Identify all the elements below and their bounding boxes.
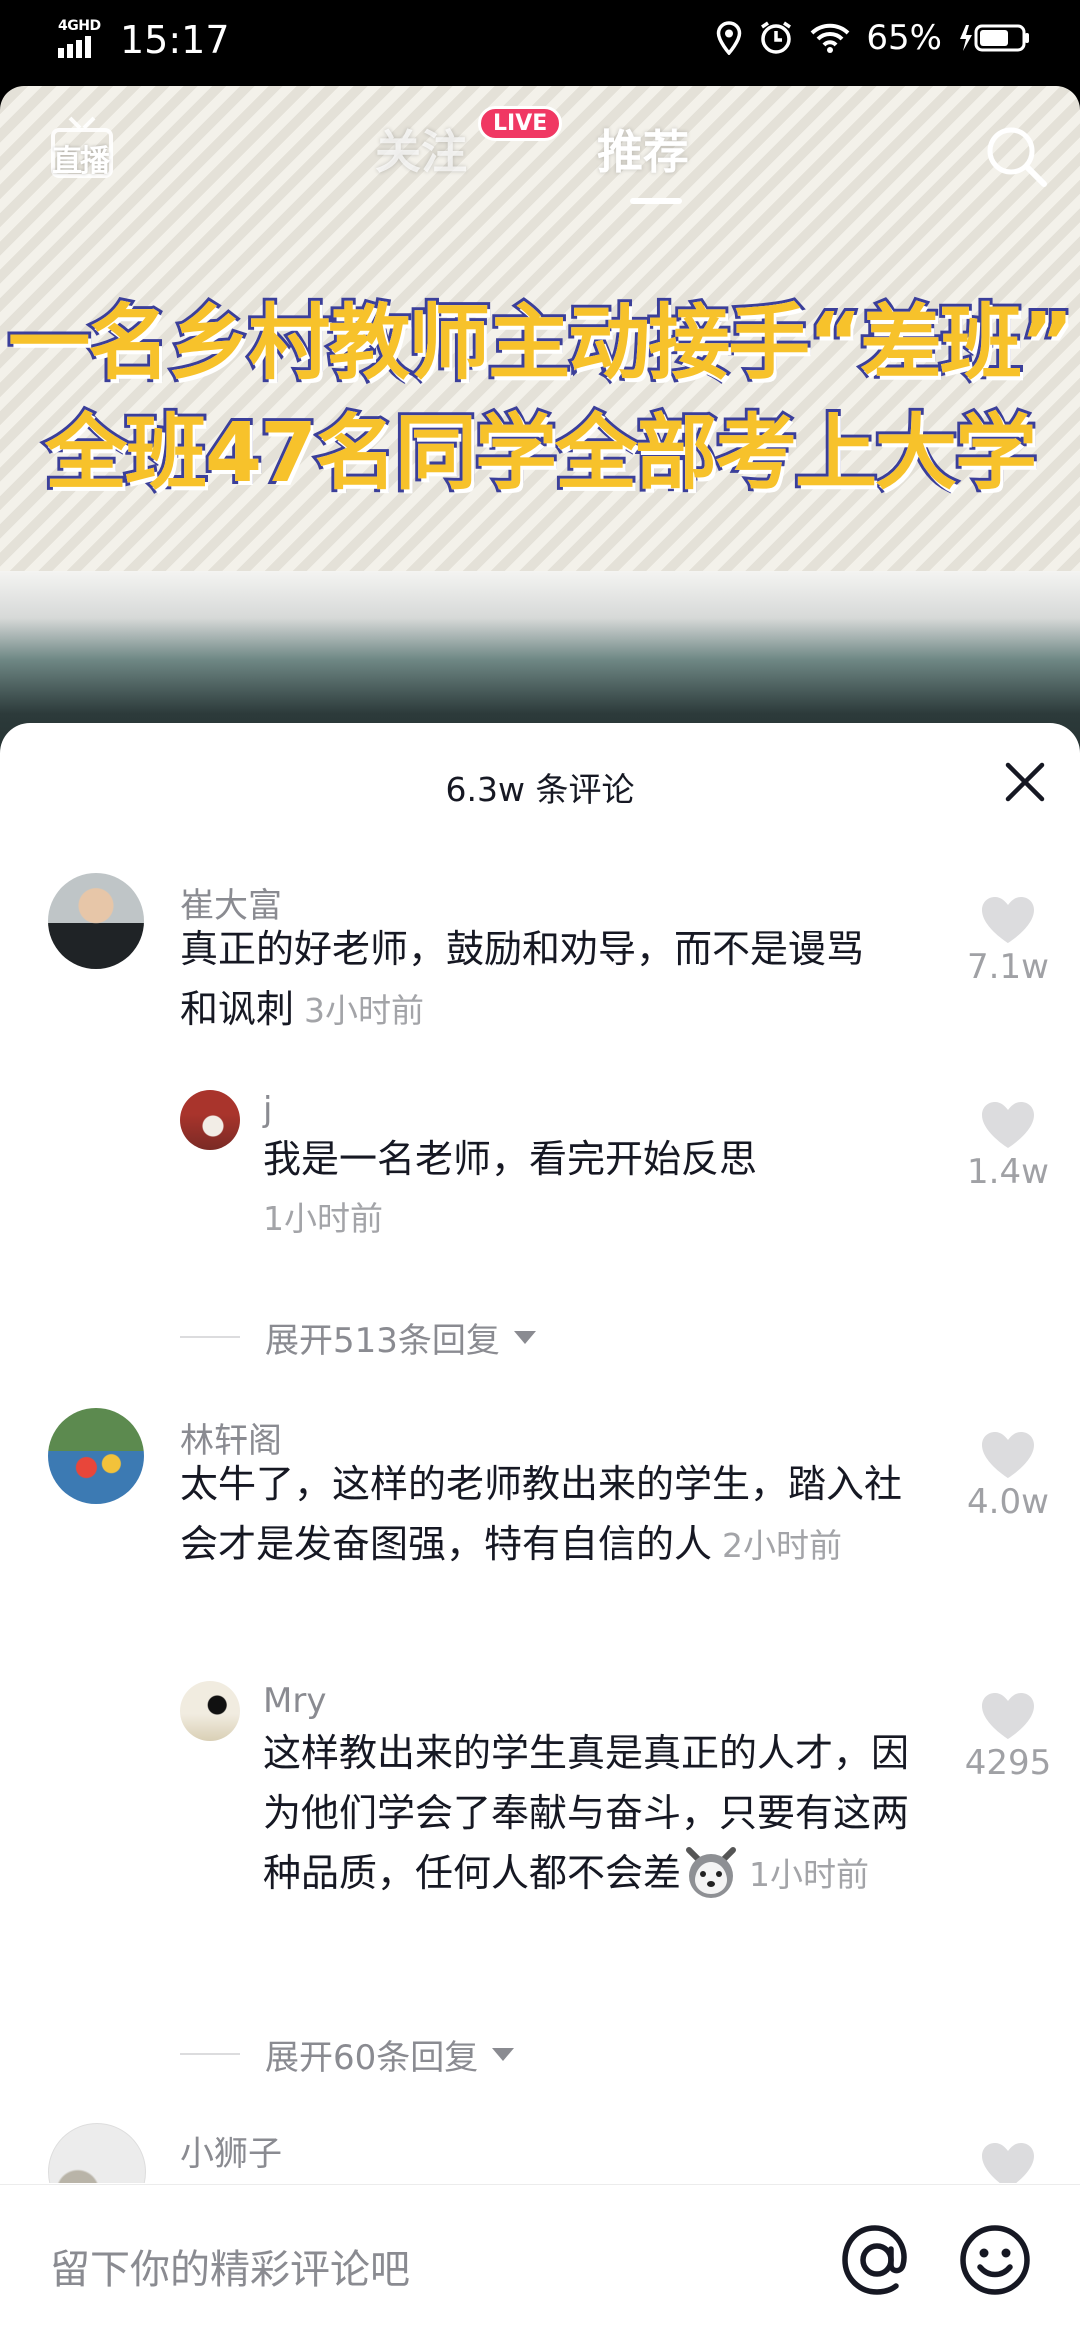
- video-caption-line2: 全班47名同学全部考上大学: [42, 403, 1040, 504]
- status-bar: 4GHD 15:17 65%: [0, 0, 1080, 86]
- tab-active-indicator: [630, 198, 682, 204]
- reply-username[interactable]: j: [263, 1090, 272, 1130]
- top-nav: 直播 关注 LIVE 推荐: [0, 86, 1080, 204]
- like-button[interactable]: 1.4w: [963, 1100, 1053, 1192]
- search-button[interactable]: [982, 122, 1050, 190]
- avatar[interactable]: [180, 1681, 240, 1741]
- like-button[interactable]: [963, 2141, 1053, 2183]
- at-icon: [842, 2225, 907, 2295]
- live-badge: LIVE: [478, 106, 563, 141]
- heart-icon: [982, 2143, 1034, 2183]
- emoji-button[interactable]: [958, 2223, 1032, 2297]
- clock: 15:17: [120, 18, 230, 62]
- like-count: 7.1w: [967, 947, 1049, 987]
- search-icon: [987, 127, 1047, 187]
- network-type: 4GHD: [58, 18, 101, 34]
- avatar[interactable]: [180, 1090, 240, 1150]
- like-button[interactable]: 7.1w: [963, 895, 1053, 987]
- live-label: 直播: [52, 144, 110, 179]
- heart-icon: [982, 1693, 1034, 1739]
- comment-list[interactable]: 崔大富 真正的好老师，鼓励和劝导，而不是谩骂和讽刺 3小时前 7.1w j 我是一…: [0, 723, 1080, 2183]
- expand-replies-button[interactable]: 展开60条回复: [265, 2030, 515, 2079]
- comment-text: 真正的好老师，鼓励和劝导，而不是谩骂和讽刺 3小时前: [180, 919, 900, 1041]
- smiley-icon: [960, 2225, 1030, 2295]
- husky-emoji-icon: [683, 1846, 739, 1898]
- avatar[interactable]: [48, 2123, 146, 2183]
- like-button[interactable]: 4295: [963, 1691, 1053, 1783]
- chevron-down-icon: [492, 2048, 515, 2061]
- alarm-icon: [758, 20, 794, 56]
- like-count: 4.0w: [967, 1482, 1049, 1522]
- avatar[interactable]: [48, 1408, 144, 1504]
- divider: [180, 2053, 240, 2055]
- heart-icon: [982, 897, 1034, 943]
- like-count: 1.4w: [967, 1152, 1049, 1192]
- heart-icon: [982, 1102, 1034, 1148]
- expand-replies-button[interactable]: 展开513条回复: [265, 1313, 536, 1362]
- divider: [180, 1336, 240, 1338]
- like-count: 4295: [964, 1743, 1052, 1783]
- avatar[interactable]: [48, 873, 144, 969]
- video-caption-line1: 一名乡村教师主动接手“差班”: [5, 293, 1077, 394]
- comment-time: 2小时前: [722, 1526, 843, 1565]
- mention-button[interactable]: [840, 2223, 914, 2297]
- comment-body: 真正的好老师，鼓励和劝导，而不是谩骂和讽刺: [180, 927, 865, 1031]
- battery-percent: 65%: [866, 18, 942, 58]
- comment-time: 3小时前: [304, 991, 425, 1030]
- reply-username[interactable]: Mry: [263, 1681, 326, 1721]
- expand-replies-label: 展开60条回复: [265, 2038, 479, 2078]
- reply-time: 1小时前: [263, 1199, 383, 1238]
- comments-sheet: 6.3w 条评论 崔大富 真正的好老师，鼓励和劝导，而不是谩骂和讽刺 3小时前 7…: [0, 723, 1080, 2340]
- reply-text: 这样教出来的学生真是真正的人才，因为他们学会了奉献与奋斗，只要有这两种品质，任何…: [263, 1723, 943, 1905]
- comment-username[interactable]: 小狮子: [180, 2126, 282, 2175]
- comment-text: 太牛了，这样的老师教出来的学生，踏入社会才是发奋图强，特有自信的人 2小时前: [180, 1454, 920, 1576]
- reply-text: 我是一名老师，看完开始反思: [263, 1137, 758, 1181]
- expand-replies-label: 展开513条回复: [265, 1321, 500, 1361]
- reply-time: 1小时前: [749, 1855, 870, 1894]
- tab-recommend[interactable]: 推荐: [597, 116, 689, 182]
- chevron-down-icon: [513, 1331, 536, 1344]
- tab-follow[interactable]: 关注: [375, 116, 467, 182]
- live-button[interactable]: 直播: [50, 116, 114, 180]
- cellular-signal-icon: 4GHD: [58, 18, 108, 62]
- video-player[interactable]: 一名乡村教师主动接手“差班” 全班47名同学全部考上大学 直播 关注 LIVE …: [0, 86, 1080, 786]
- like-button[interactable]: 4.0w: [963, 1430, 1053, 1522]
- comment-input[interactable]: 留下你的精彩评论吧: [50, 2237, 410, 2295]
- heart-icon: [982, 1432, 1034, 1478]
- battery-icon: [958, 22, 1030, 54]
- wifi-icon: [810, 22, 850, 54]
- location-icon: [716, 21, 742, 55]
- comment-input-bar: 留下你的精彩评论吧: [0, 2184, 1080, 2340]
